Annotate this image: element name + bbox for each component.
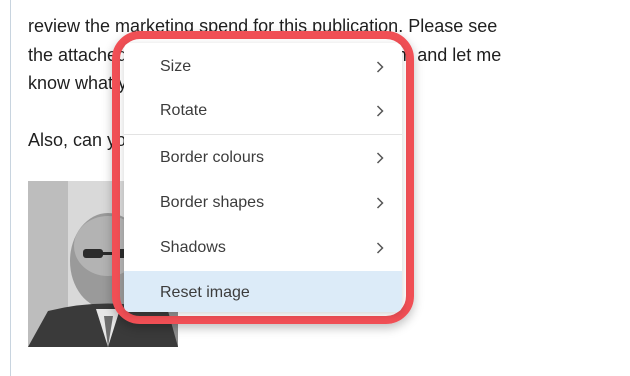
menu-item-label: Rotate bbox=[160, 102, 208, 119]
menu-item-label: Shadows bbox=[160, 239, 226, 256]
menu-item-label: Border colours bbox=[160, 149, 265, 166]
chevron-right-icon bbox=[374, 242, 386, 254]
menu-item-size[interactable]: Size bbox=[124, 45, 402, 89]
menu-item-border-shapes[interactable]: Border shapes bbox=[124, 181, 402, 225]
menu-item-reset-image[interactable]: Reset image bbox=[124, 271, 402, 312]
menu-item-shadows[interactable]: Shadows bbox=[124, 226, 402, 270]
menu-item-rotate[interactable]: Rotate bbox=[124, 89, 402, 133]
chevron-right-icon bbox=[374, 105, 386, 117]
menu-divider bbox=[124, 134, 402, 135]
message-left-border bbox=[10, 0, 11, 376]
chevron-right-icon bbox=[374, 152, 386, 164]
image-context-menu: Size Rotate Border colours Border shapes… bbox=[124, 43, 402, 312]
menu-item-label: Size bbox=[160, 58, 192, 75]
menu-item-label: Reset image bbox=[160, 284, 250, 301]
chevron-right-icon bbox=[374, 61, 386, 73]
menu-item-border-colours[interactable]: Border colours bbox=[124, 136, 402, 180]
chevron-right-icon bbox=[374, 197, 386, 209]
menu-item-label: Border shapes bbox=[160, 194, 265, 211]
